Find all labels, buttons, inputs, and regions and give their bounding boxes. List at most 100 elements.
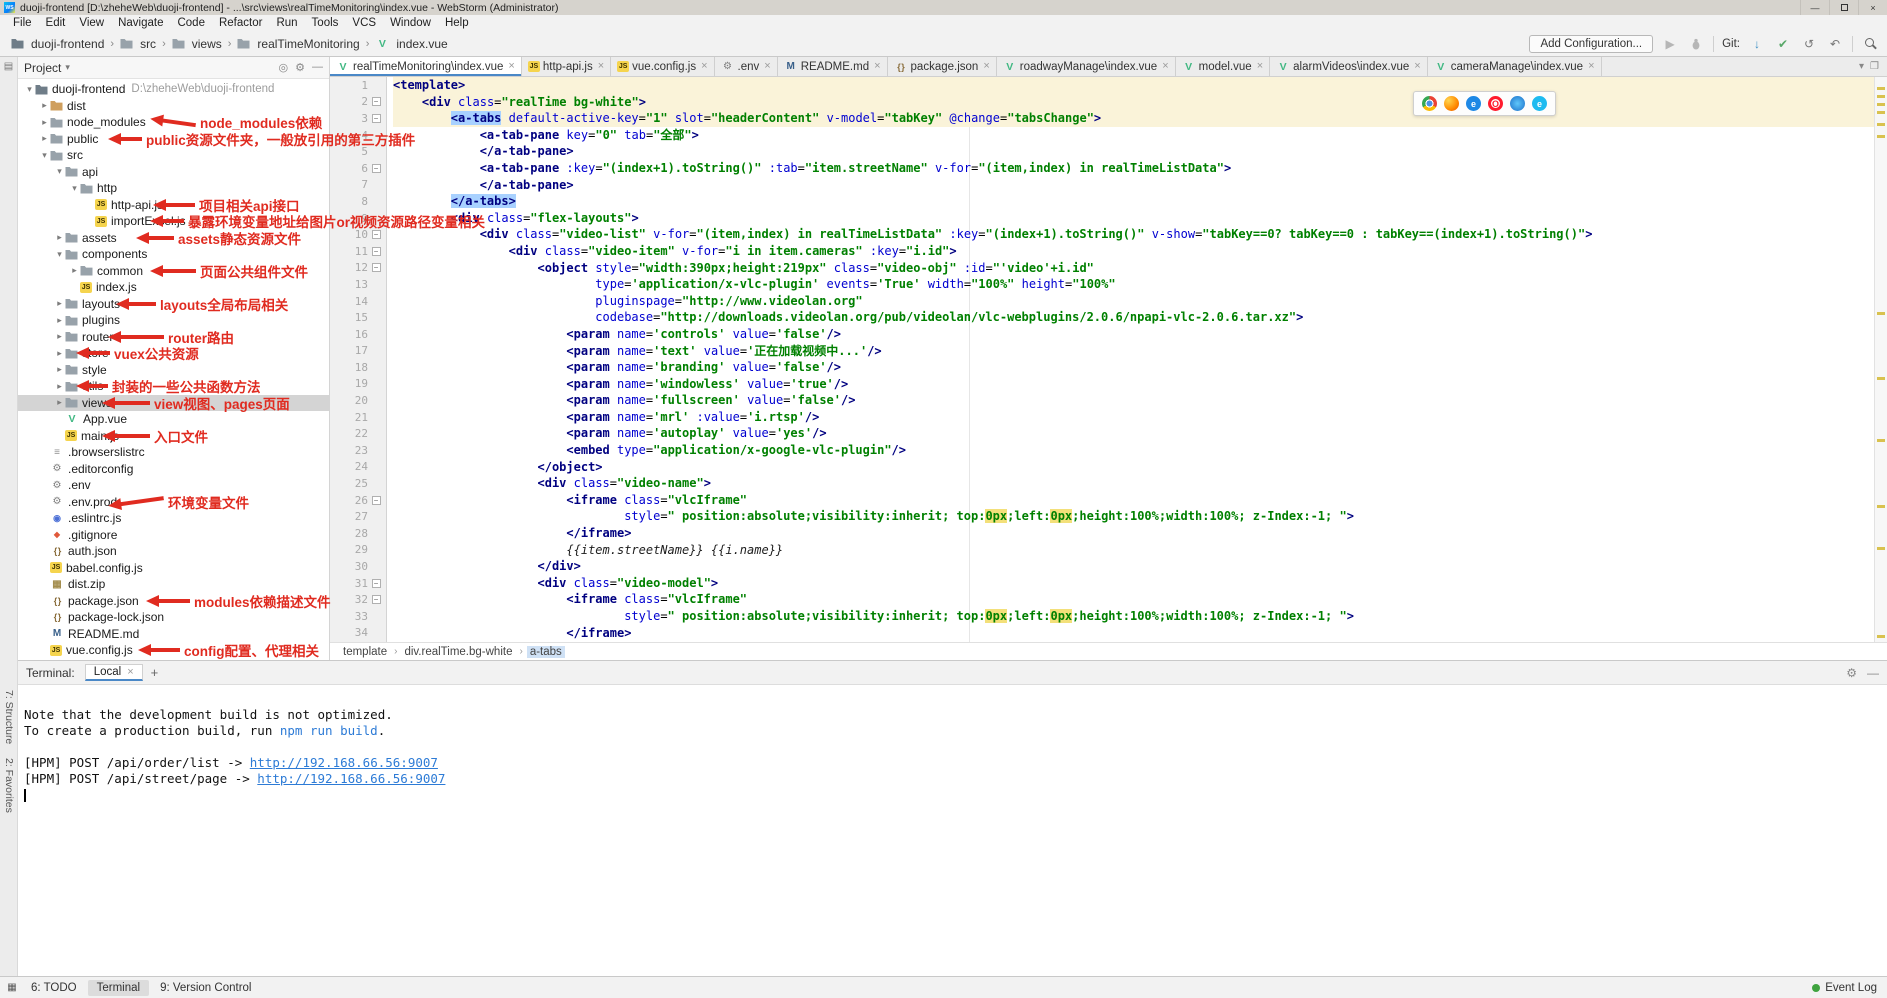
editor-tab-package.json[interactable]: { }package.json× <box>888 57 997 76</box>
tree-chevron-icon[interactable]: ▸ <box>54 315 65 326</box>
tree-item-layouts[interactable]: ▸layouts <box>18 296 329 313</box>
maximize-icon[interactable] <box>1829 0 1858 15</box>
stripe-mark-icon[interactable] <box>1877 505 1885 508</box>
editor-tab-http-api.js[interactable]: JShttp-api.js× <box>522 57 611 76</box>
tree-item-dist.zip[interactable]: ▦dist.zip <box>18 576 329 593</box>
favorites-toolwindow-button[interactable]: 2: Favorites <box>3 758 15 813</box>
toolwindow-toggle-icon[interactable]: ▦ <box>4 982 20 993</box>
breadcrumb-index.vue[interactable]: Vindex.vue <box>372 36 450 52</box>
menu-code[interactable]: Code <box>170 17 212 29</box>
tree-item-api[interactable]: ▾api <box>18 164 329 181</box>
menu-navigate[interactable]: Navigate <box>111 17 170 29</box>
tree-item-package.json[interactable]: { }package.json <box>18 593 329 610</box>
breadcrumb-src[interactable]: src <box>117 36 159 52</box>
project-toolwindow-icon[interactable]: ▤ <box>0 57 17 72</box>
breadcrumb-duoji-frontend[interactable]: duoji-frontend <box>8 36 107 52</box>
terminal-link[interactable]: http://192.168.66.56:9007 <box>257 771 445 786</box>
close-icon[interactable]: × <box>1858 0 1887 15</box>
menu-vcs[interactable]: VCS <box>345 17 383 29</box>
tab-close-icon[interactable]: × <box>1257 61 1263 72</box>
tree-item-App.vue[interactable]: VApp.vue <box>18 411 329 428</box>
error-stripe[interactable] <box>1874 77 1887 642</box>
minimize-icon[interactable]: — <box>1800 0 1829 15</box>
stripe-mark-icon[interactable] <box>1877 87 1885 90</box>
tree-chevron-icon[interactable]: ▸ <box>54 298 65 309</box>
breadcrumb-div[interactable]: div.realTime.bg-white <box>401 646 515 658</box>
tab-close-icon[interactable]: × <box>598 61 604 72</box>
git-commit-icon[interactable]: ✔ <box>1774 35 1792 53</box>
terminal-tab-local[interactable]: Local × <box>85 664 143 681</box>
menu-window[interactable]: Window <box>383 17 438 29</box>
editor-tab-roadwayManage\index.vue[interactable]: VroadwayManage\index.vue× <box>997 57 1176 76</box>
tree-item-components[interactable]: ▾components <box>18 246 329 263</box>
tree-chevron-icon[interactable]: ▸ <box>54 331 65 342</box>
tree-chevron-icon[interactable]: ▾ <box>39 150 50 161</box>
tab-close-icon[interactable]: × <box>127 667 133 678</box>
tab-close-icon[interactable]: × <box>983 61 989 72</box>
tree-chevron-icon[interactable]: ▸ <box>54 364 65 375</box>
tree-item-utils[interactable]: ▸utils <box>18 378 329 395</box>
search-everywhere-icon[interactable] <box>1861 35 1879 53</box>
tab-close-icon[interactable]: × <box>1162 61 1168 72</box>
tree-item-views[interactable]: ▸views <box>18 395 329 412</box>
git-update-icon[interactable]: ↓ <box>1748 35 1766 53</box>
structure-toolwindow-button[interactable]: 7: Structure <box>3 690 15 744</box>
tree-item-README.md[interactable]: MREADME.md <box>18 626 329 643</box>
tree-item-.browserslistrc[interactable]: ≡.browserslistrc <box>18 444 329 461</box>
fold-icon[interactable]: − <box>372 595 381 604</box>
locate-icon[interactable]: ◎ <box>279 61 289 74</box>
history-icon[interactable]: ↺ <box>1800 35 1818 53</box>
editor-tab-.env[interactable]: ⚙.env× <box>715 57 778 76</box>
tree-chevron-icon[interactable]: ▸ <box>39 100 50 111</box>
split-editor-icon[interactable]: ❐ <box>1870 61 1879 72</box>
tree-chevron-icon[interactable]: ▾ <box>69 183 80 194</box>
editor-tab-alarmVideos\index.vue[interactable]: ValarmVideos\index.vue× <box>1270 57 1428 76</box>
fold-icon[interactable]: − <box>372 230 381 239</box>
menu-edit[interactable]: Edit <box>39 17 73 29</box>
stripe-mark-icon[interactable] <box>1877 103 1885 106</box>
tab-close-icon[interactable]: × <box>1588 61 1594 72</box>
fold-icon[interactable]: − <box>372 97 381 106</box>
editor-tab-README.md[interactable]: MREADME.md× <box>778 57 888 76</box>
terminal-link[interactable]: http://192.168.66.56:9007 <box>250 755 438 770</box>
tree-item-router[interactable]: ▸router <box>18 329 329 346</box>
tree-item-.env[interactable]: ⚙.env <box>18 477 329 494</box>
tab-close-icon[interactable]: × <box>701 61 707 72</box>
tree-item-main.js[interactable]: JSmain.js <box>18 428 329 445</box>
breadcrumb-realTimeMonitoring[interactable]: realTimeMonitoring <box>234 36 362 52</box>
tab-close-icon[interactable]: × <box>764 61 770 72</box>
terminal-hide-icon[interactable]: — <box>1867 666 1879 680</box>
tree-item-public[interactable]: ▸public <box>18 131 329 148</box>
tab-close-icon[interactable]: × <box>1414 61 1420 72</box>
tree-chevron-icon[interactable]: ▾ <box>54 249 65 260</box>
firefox-browser-icon[interactable] <box>1444 96 1459 111</box>
stripe-mark-icon[interactable] <box>1877 111 1885 114</box>
project-panel-title[interactable]: Project <box>24 61 61 75</box>
tree-item-assets[interactable]: ▸assets <box>18 230 329 247</box>
fold-icon[interactable]: − <box>372 579 381 588</box>
fold-icon[interactable]: − <box>372 164 381 173</box>
stripe-mark-icon[interactable] <box>1877 135 1885 138</box>
tree-chevron-icon[interactable]: ▾ <box>24 84 35 95</box>
chrome-browser-icon[interactable] <box>1422 96 1437 111</box>
tree-item-dist[interactable]: ▸dist <box>18 98 329 115</box>
breadcrumb-template[interactable]: template <box>340 646 390 658</box>
editor-code[interactable]: eOe <template> <div class="realTime bg-w… <box>387 77 1887 642</box>
tree-item-importExcel.js[interactable]: JSimportExcel.js <box>18 213 329 230</box>
tree-item-style[interactable]: ▸style <box>18 362 329 379</box>
tree-chevron-icon[interactable]: ▸ <box>39 117 50 128</box>
stripe-mark-icon[interactable] <box>1877 95 1885 98</box>
menu-help[interactable]: Help <box>438 17 476 29</box>
safari-browser-icon[interactable] <box>1510 96 1525 111</box>
fold-icon[interactable]: − <box>372 496 381 505</box>
menu-file[interactable]: File <box>6 17 39 29</box>
stripe-mark-icon[interactable] <box>1877 123 1885 126</box>
editor-tab-realTimeMonitoring\index.vue[interactable]: VrealTimeMonitoring\index.vue× <box>330 57 522 76</box>
stripe-mark-icon[interactable] <box>1877 312 1885 315</box>
menu-tools[interactable]: Tools <box>305 17 346 29</box>
hide-panel-icon[interactable]: — <box>312 61 323 74</box>
tree-chevron-icon[interactable]: ▸ <box>54 381 65 392</box>
tab-close-icon[interactable]: × <box>508 61 514 72</box>
edge-browser-icon[interactable]: e <box>1466 96 1481 111</box>
terminal-settings-icon[interactable]: ⚙ <box>1846 666 1857 680</box>
